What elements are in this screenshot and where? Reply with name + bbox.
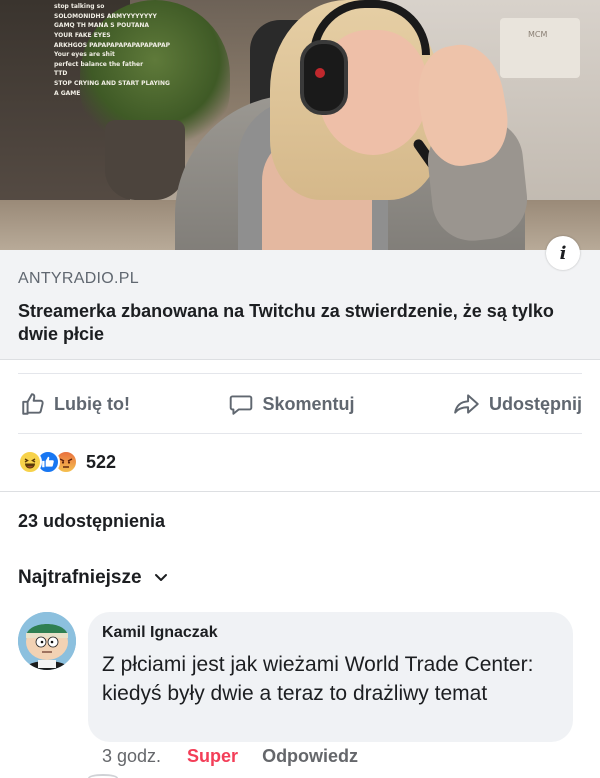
stream-chat-overlay: stop talking so SOLOMONIDHS ARMYYYYYYYY … [0,0,170,98]
comment-bubble: Kamil Ignaczak Z płciami jest jak wieżam… [88,612,573,742]
comment-timestamp[interactable]: 3 godz. [102,746,161,767]
reaction-count: 522 [86,451,117,472]
thumbs-up-icon [22,393,44,415]
reactions-summary[interactable]: 522 [18,447,116,477]
next-comment-avatar [88,774,118,778]
divider [18,373,582,374]
link-domain: ANTYRADIO.PL [18,270,139,287]
chat-line: GAMQ TH MANA S POUTANA [54,22,150,30]
post-actions-bar: Lubię to! Skomentuj Udostępnij [18,378,582,430]
share-arrow-icon [454,394,479,414]
avatar[interactable] [18,612,76,670]
comment-author[interactable]: Kamil Ignaczak [102,624,559,642]
background-plant-pot [105,120,185,200]
info-icon[interactable]: i [546,236,580,270]
comment-label: Skomentuj [262,393,355,414]
speech-bubble-icon [230,395,253,415]
link-title[interactable]: Streamerka zbanowana na Twitchu za stwie… [18,300,588,347]
chat-line: YOUR FAKE EYES [54,32,111,40]
chat-line: SOLOMONIDHS ARMYYYYYYYY [54,12,157,20]
link-preview-image[interactable]: MCM stop talking so SOLOMONIDHS ARMYYYYY… [0,0,600,250]
divider [18,433,582,434]
comment-button[interactable]: Skomentuj [228,391,355,417]
divider [0,491,600,492]
super-reaction-button[interactable]: Super [187,746,238,767]
chat-line: stop talking so [54,3,105,11]
comments-sort-dropdown[interactable]: Najtrafniejsze [18,567,168,589]
chat-line: perfect balance the father [54,60,144,68]
headphones-logo [315,68,325,78]
chat-line: ARKHGOS PAPAPAPAPAPAPAPAPAP [53,41,170,49]
chat-line: Your eyes are shit [54,51,115,59]
headphones-earcup [300,40,348,115]
background-box-label: MCM [528,30,548,39]
reply-button[interactable]: Odpowiedz [262,746,358,767]
chat-line: A GAME [54,89,81,97]
share-button[interactable]: Udostępnij [453,391,582,417]
like-button[interactable]: Lubię to! [20,391,130,417]
link-caption[interactable]: ANTYRADIO.PL Streamerka zbanowana na Twi… [0,250,600,360]
comments-sort-label: Najtrafniejsze [18,567,142,588]
comment-text: Z płciami jest jak wieżami World Trade C… [102,653,534,705]
comment-meta: 3 godz. Super Odpowiedz [102,746,358,767]
haha-reaction-icon [18,450,42,474]
chat-line: STOP CRYING AND START PLAYING [54,80,170,88]
chevron-down-icon [154,574,167,581]
chat-line: TTD [54,70,68,78]
background-box [500,18,580,78]
share-label: Udostępnij [489,393,582,414]
like-label: Lubię to! [54,393,130,414]
shares-count[interactable]: 23 udostępnienia [18,511,165,532]
